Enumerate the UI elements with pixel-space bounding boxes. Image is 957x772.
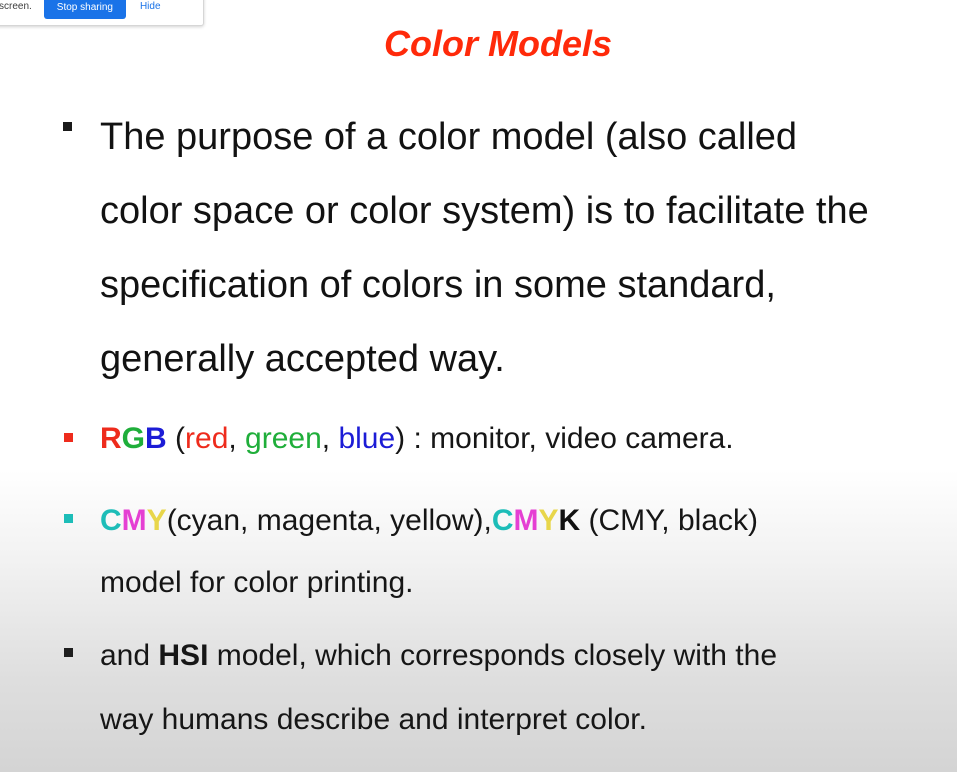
cmy-m-letter: M — [121, 504, 147, 537]
bullet-square-icon — [64, 514, 73, 523]
bullet-rgb: RGB (red, green, blue) : monitor, video … — [60, 414, 950, 464]
rgb-r-letter: R — [100, 422, 122, 455]
share-message: screen. — [0, 0, 32, 12]
rgb-sep: , — [228, 422, 246, 455]
slide-title: Color Models — [383, 23, 612, 64]
cmy-c-letter: C — [100, 504, 122, 537]
bullet-text: CMY(cyan, magenta, yellow),CMYK (CMY, bl… — [100, 490, 950, 614]
cmyk-k-letter: K — [558, 504, 581, 537]
cmyk-paren: (CMY, black) — [580, 504, 759, 537]
stop-sharing-button[interactable]: Stop sharing — [43, 0, 126, 19]
bullet-square-icon — [64, 433, 73, 442]
rgb-description: ) : monitor, video camera. — [395, 422, 734, 455]
hsi-term: HSI — [158, 639, 209, 672]
hsi-post: model, which corresponds closely with th… — [208, 639, 777, 672]
text-line: specification of colors in some standard… — [100, 264, 776, 306]
rgb-blue-word: blue — [338, 422, 396, 455]
cmyk-c-letter: C — [491, 504, 514, 537]
rgb-green-word: green — [245, 422, 322, 455]
text-line: color space or color system) is to facil… — [100, 190, 869, 232]
rgb-b-letter: B — [145, 422, 167, 455]
bullet-hsi: and HSI model, which corresponds closely… — [60, 624, 950, 752]
cmyk-y-letter: Y — [538, 504, 559, 537]
rgb-sep: , — [321, 422, 339, 455]
bullet-text: RGB (red, green, blue) : monitor, video … — [100, 414, 950, 464]
text-line: way humans describe and interpret color. — [100, 703, 647, 736]
hsi-pre: and — [100, 639, 159, 672]
text-line: CMY(cyan, magenta, yellow),CMYK (CMY, bl… — [100, 490, 950, 552]
hide-button[interactable]: Hide — [140, 1, 161, 12]
rgb-g-letter: G — [121, 422, 146, 455]
bullet-text: and HSI model, which corresponds closely… — [100, 624, 950, 752]
text-line: The purpose of a color model (also calle… — [100, 116, 798, 158]
bullet-purpose: The purpose of a color model (also calle… — [60, 100, 950, 396]
rgb-open: ( — [166, 422, 186, 455]
bullet-square-icon — [63, 122, 72, 131]
text-line: generally accepted way. — [100, 338, 505, 380]
cmyk-m-letter: M — [513, 504, 539, 537]
bullet-square-icon — [64, 648, 73, 657]
cmy-words: (cyan, magenta, yellow), — [166, 504, 492, 537]
bullet-cmy: CMY(cyan, magenta, yellow),CMYK (CMY, bl… — [60, 490, 950, 614]
cmy-y-letter: Y — [146, 504, 167, 537]
bullet-text: The purpose of a color model (also calle… — [100, 100, 950, 396]
text-line: model for color printing. — [100, 566, 414, 599]
rgb-red-word: red — [185, 422, 229, 455]
text-line: and HSI model, which corresponds closely… — [100, 624, 950, 688]
